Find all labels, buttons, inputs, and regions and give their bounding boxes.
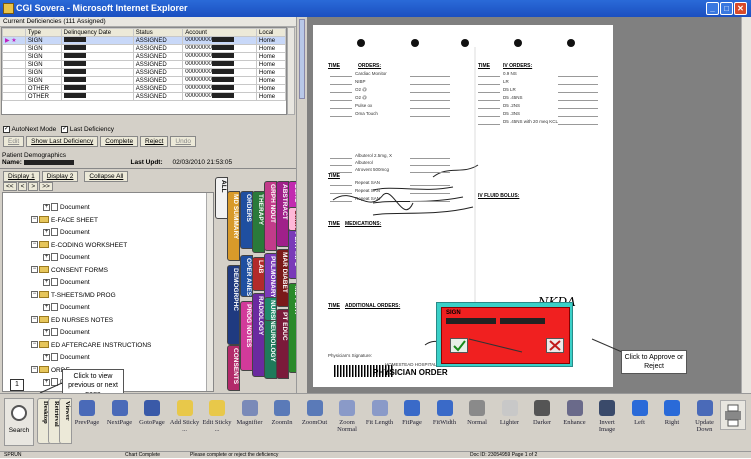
- gotopage-tool-button[interactable]: GotoPage: [137, 400, 167, 426]
- edit-sticky-tool-button[interactable]: Edit Sticky ...: [202, 400, 232, 433]
- fitpage-icon: [404, 400, 420, 416]
- search-label: Search: [8, 427, 30, 434]
- zoom-normal-icon: [339, 400, 355, 416]
- invert-image-tool-button[interactable]: Invert Image: [592, 400, 622, 433]
- tool-label: Zoom Normal: [337, 419, 357, 433]
- add-sticky-tool-button[interactable]: Add Sticky ...: [170, 400, 200, 433]
- viewer-toolbar: Search Desktop Retrieval Viewer PrevPage Ne…: [0, 393, 751, 451]
- zoomout-icon: [306, 400, 323, 416]
- prevpage-icon: [79, 400, 95, 416]
- tool-label: Lighter: [499, 419, 520, 426]
- magnifier-icon: [241, 400, 258, 416]
- lighter-tool-button[interactable]: Lighter: [495, 400, 525, 426]
- left-tool-button[interactable]: Left: [625, 400, 655, 426]
- tool-label: Magnifier: [236, 419, 263, 426]
- tool-label: Fit Length: [365, 419, 394, 426]
- update-down-tool-button[interactable]: Update Down: [690, 400, 720, 433]
- tool-label: ZoomOut: [301, 419, 328, 426]
- tool-label: Edit Sticky ...: [202, 419, 232, 433]
- right-icon: [664, 400, 680, 416]
- darker-tool-button[interactable]: Darker: [527, 400, 557, 426]
- normal-icon: [469, 400, 485, 416]
- nextpage-icon: [111, 400, 128, 416]
- fit-length-tool-button[interactable]: Fit Length: [365, 400, 395, 426]
- edit-sticky-icon: [209, 400, 225, 416]
- callout-pointer-left: [39, 382, 63, 394]
- fit-length-icon: [371, 400, 388, 416]
- fitwidth-icon: [436, 400, 453, 416]
- status-bar: SPRUN Chart Complete Please complete or …: [0, 451, 751, 458]
- tool-label: Enhance: [563, 419, 586, 426]
- right-tool-button[interactable]: Right: [657, 400, 687, 426]
- enhance-icon: [566, 400, 583, 416]
- lighter-icon: [501, 400, 518, 416]
- zoomin-tool-button[interactable]: ZoomIn: [267, 400, 297, 426]
- tool-label: FitPage: [402, 419, 422, 426]
- update-down-icon: [696, 400, 713, 416]
- tool-label: Darker: [532, 419, 552, 426]
- tool-label: Update Down: [695, 419, 714, 433]
- gotopage-icon: [144, 400, 160, 416]
- side-nav-tab[interactable]: Viewer: [59, 398, 72, 444]
- darker-icon: [534, 400, 550, 416]
- tool-label: Invert Image: [598, 419, 616, 433]
- enhance-tool-button[interactable]: Enhance: [560, 400, 590, 426]
- tool-label: Right: [664, 419, 680, 426]
- fitpage-tool-button[interactable]: FitPage: [397, 400, 427, 426]
- tool-label: Left: [634, 419, 645, 426]
- tool-label: FitWidth: [432, 419, 457, 426]
- zoomout-tool-button[interactable]: ZoomOut: [300, 400, 330, 426]
- zoom-normal-tool-button[interactable]: Zoom Normal: [332, 400, 362, 433]
- normal-tool-button[interactable]: Normal: [462, 400, 492, 426]
- tool-label: Normal: [467, 419, 487, 426]
- magnifier-tool-button[interactable]: Magnifier: [235, 400, 265, 426]
- tool-label: GotoPage: [139, 419, 165, 426]
- tool-label: ZoomIn: [271, 419, 293, 426]
- tool-label: NextPage: [106, 419, 133, 426]
- tool-label: Add Sticky ...: [169, 419, 200, 433]
- prevpage-tool-button[interactable]: PrevPage: [72, 400, 102, 426]
- search-button[interactable]: Search: [4, 398, 34, 446]
- invert-image-icon: [599, 400, 615, 416]
- left-icon: [631, 400, 648, 416]
- tool-label: PrevPage: [74, 419, 100, 426]
- add-sticky-icon: [176, 400, 193, 416]
- nextpage-tool-button[interactable]: NextPage: [105, 400, 135, 426]
- print-button[interactable]: [720, 400, 746, 430]
- search-icon: [11, 405, 27, 421]
- printer-icon: [725, 404, 741, 427]
- fitwidth-tool-button[interactable]: FitWidth: [430, 400, 460, 426]
- zoomin-icon: [274, 400, 290, 416]
